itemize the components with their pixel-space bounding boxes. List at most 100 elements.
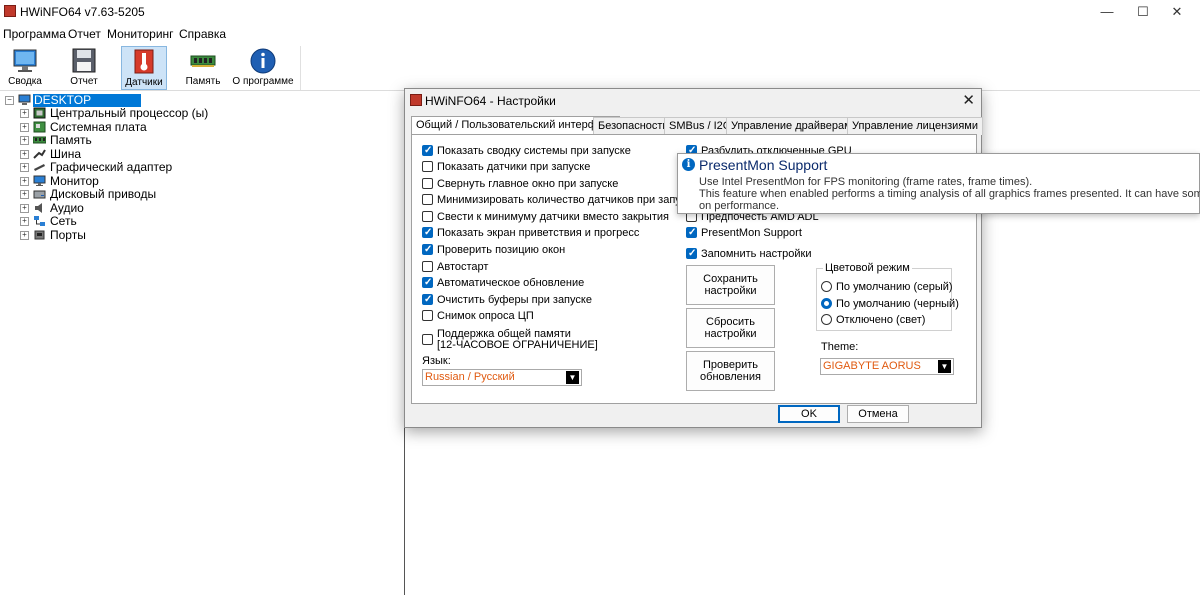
radio-label: По умолчанию (серый): [836, 281, 953, 293]
expand-icon[interactable]: +: [20, 217, 29, 226]
ok-button[interactable]: OK: [778, 405, 840, 423]
expand-icon[interactable]: +: [20, 123, 29, 132]
tree-item-label: Сеть: [50, 214, 77, 228]
gpu-icon: [34, 164, 45, 171]
memory-chip-icon: [190, 55, 216, 67]
tree-item-label: Память: [50, 133, 92, 147]
chevron-down-icon: ▼: [938, 360, 951, 373]
monitor-icon: [33, 175, 46, 186]
checkbox-box: [422, 276, 433, 289]
theme-select[interactable]: GIGABYTE AORUS ▼: [820, 358, 954, 375]
title-bar: HWiNFO64 v7.63-5205 — ☐ ✕: [0, 0, 1200, 24]
report-button[interactable]: Отчет: [62, 46, 106, 90]
radio-label: Отключено (свет): [836, 314, 926, 326]
dialog-title: HWiNFO64 - Настройки: [425, 94, 556, 108]
checkbox-label-line2: [12-ЧАСОВОЕ ОГРАНИЧЕНИЕ]: [437, 339, 598, 351]
checkbox-label: Очистить буферы при запуске: [437, 294, 592, 306]
checkbox-box: [422, 178, 433, 189]
ports-icon: [34, 230, 45, 240]
info-icon: [250, 48, 276, 74]
checkbox-box: [422, 144, 433, 157]
tab-smbus[interactable]: SMBus / I2C: [664, 117, 736, 135]
tree-item-label: Графический адаптер: [50, 160, 173, 174]
checkbox-label: Показать датчики при запуске: [437, 161, 591, 173]
motherboard-icon: [33, 121, 46, 133]
tab-licenses[interactable]: Управление лицензиями: [847, 117, 983, 135]
info-icon: i: [682, 158, 695, 171]
check-updates-button[interactable]: Проверить обновления: [686, 351, 775, 391]
checkbox-box: [422, 293, 433, 306]
summary-button[interactable]: Сводка: [2, 46, 48, 90]
cpu-icon: [33, 107, 46, 119]
radio-dot: [821, 298, 832, 309]
tree-item-label: Дисковый приводы: [50, 187, 157, 201]
floppy-disk-icon: [72, 48, 96, 73]
computer-icon: [18, 94, 31, 105]
checkbox-label: Минимизировать количество датчиков при з…: [437, 194, 698, 206]
expand-icon[interactable]: +: [20, 109, 29, 118]
memory-button[interactable]: Память: [180, 46, 226, 90]
settings-dialog: HWiNFO64 - Настройки ✕ Общий / Пользоват…: [404, 88, 983, 428]
checkbox-label: Показать сводку системы при запуске: [437, 145, 631, 157]
network-icon: [34, 216, 45, 226]
sensors-button[interactable]: Датчики: [121, 46, 167, 90]
presentmon-tooltip: i PresentMon Support Use Intel PresentMo…: [677, 153, 1200, 214]
checkbox-box: [686, 247, 697, 260]
tooltip-line-2: This feature when enabled performs a tim…: [699, 188, 1200, 200]
thermometer-icon: [134, 49, 154, 74]
memory-label: Память: [185, 76, 221, 87]
expand-icon[interactable]: +: [20, 204, 29, 213]
drive-icon: [33, 190, 46, 199]
expand-icon[interactable]: +: [20, 136, 29, 145]
language-label: Язык:: [422, 355, 451, 367]
app-icon: [410, 94, 422, 106]
tab-general[interactable]: Общий / Пользовательский интерфейс: [411, 116, 620, 136]
dialog-close-button[interactable]: ✕: [962, 91, 975, 109]
checkbox-label: PresentMon Support: [701, 227, 802, 239]
menu-bar: Программа Отчет Мониторинг Справка: [0, 24, 1200, 44]
checkbox-label: Запомнить настройки: [701, 248, 812, 260]
expand-icon[interactable]: +: [20, 190, 29, 199]
monitor-icon: [13, 49, 37, 72]
checkbox-box: [422, 211, 433, 222]
chevron-down-icon: ▼: [566, 371, 579, 384]
checkbox-box: [422, 226, 433, 239]
expand-icon[interactable]: +: [20, 150, 29, 159]
checkbox-label: Свести к минимуму датчики вместо закрыти…: [437, 211, 669, 223]
about-button[interactable]: О программе: [232, 46, 294, 90]
summary-label: Сводка: [8, 76, 42, 87]
language-value: Russian / Русский: [425, 371, 515, 383]
tab-drivers[interactable]: Управление драйверами: [726, 117, 863, 135]
menu-report[interactable]: Отчет: [68, 27, 101, 41]
tab-security[interactable]: Безопасность: [593, 117, 674, 135]
color-mode-title: Цветовой режим: [823, 262, 912, 274]
menu-monitoring[interactable]: Мониторинг: [107, 27, 174, 41]
tooltip-title: PresentMon Support: [699, 157, 828, 173]
theme-label: Theme:: [821, 341, 859, 353]
tooltip-line-3: on performance.: [699, 200, 780, 212]
pane-divider: [404, 420, 405, 595]
device-tree: − DESKTOP + Центральный процессор (ы) + …: [0, 91, 404, 595]
menu-help[interactable]: Справка: [179, 27, 226, 41]
audio-icon: [35, 203, 42, 213]
expand-icon[interactable]: +: [20, 231, 29, 240]
reset-settings-button[interactable]: Сбросить настройки: [686, 308, 775, 348]
tree-item-label: Порты: [50, 228, 86, 242]
checkbox-label: Автоматическое обновление: [437, 277, 585, 289]
sensors-label: Датчики: [125, 77, 163, 88]
tooltip-line-1: Use Intel PresentMon for FPS monitoring …: [699, 176, 1033, 188]
cancel-button[interactable]: Отмена: [847, 405, 909, 423]
expand-icon[interactable]: +: [20, 177, 29, 186]
expand-icon[interactable]: +: [20, 163, 29, 172]
toolbar: Сводка Отчет Датчики Память О программе: [0, 44, 1200, 91]
bus-icon: [33, 149, 46, 159]
collapse-icon[interactable]: −: [5, 96, 14, 105]
app-icon: [4, 5, 16, 17]
radio-dot: [821, 281, 832, 292]
language-select[interactable]: Russian / Русский ▼: [422, 369, 582, 386]
save-settings-button[interactable]: Сохранить настройки: [686, 265, 775, 305]
menu-program[interactable]: Программа: [3, 27, 66, 41]
checkbox-box: [686, 226, 697, 239]
checkbox-box: [422, 334, 433, 345]
close-button[interactable]: ✕: [1154, 0, 1200, 24]
